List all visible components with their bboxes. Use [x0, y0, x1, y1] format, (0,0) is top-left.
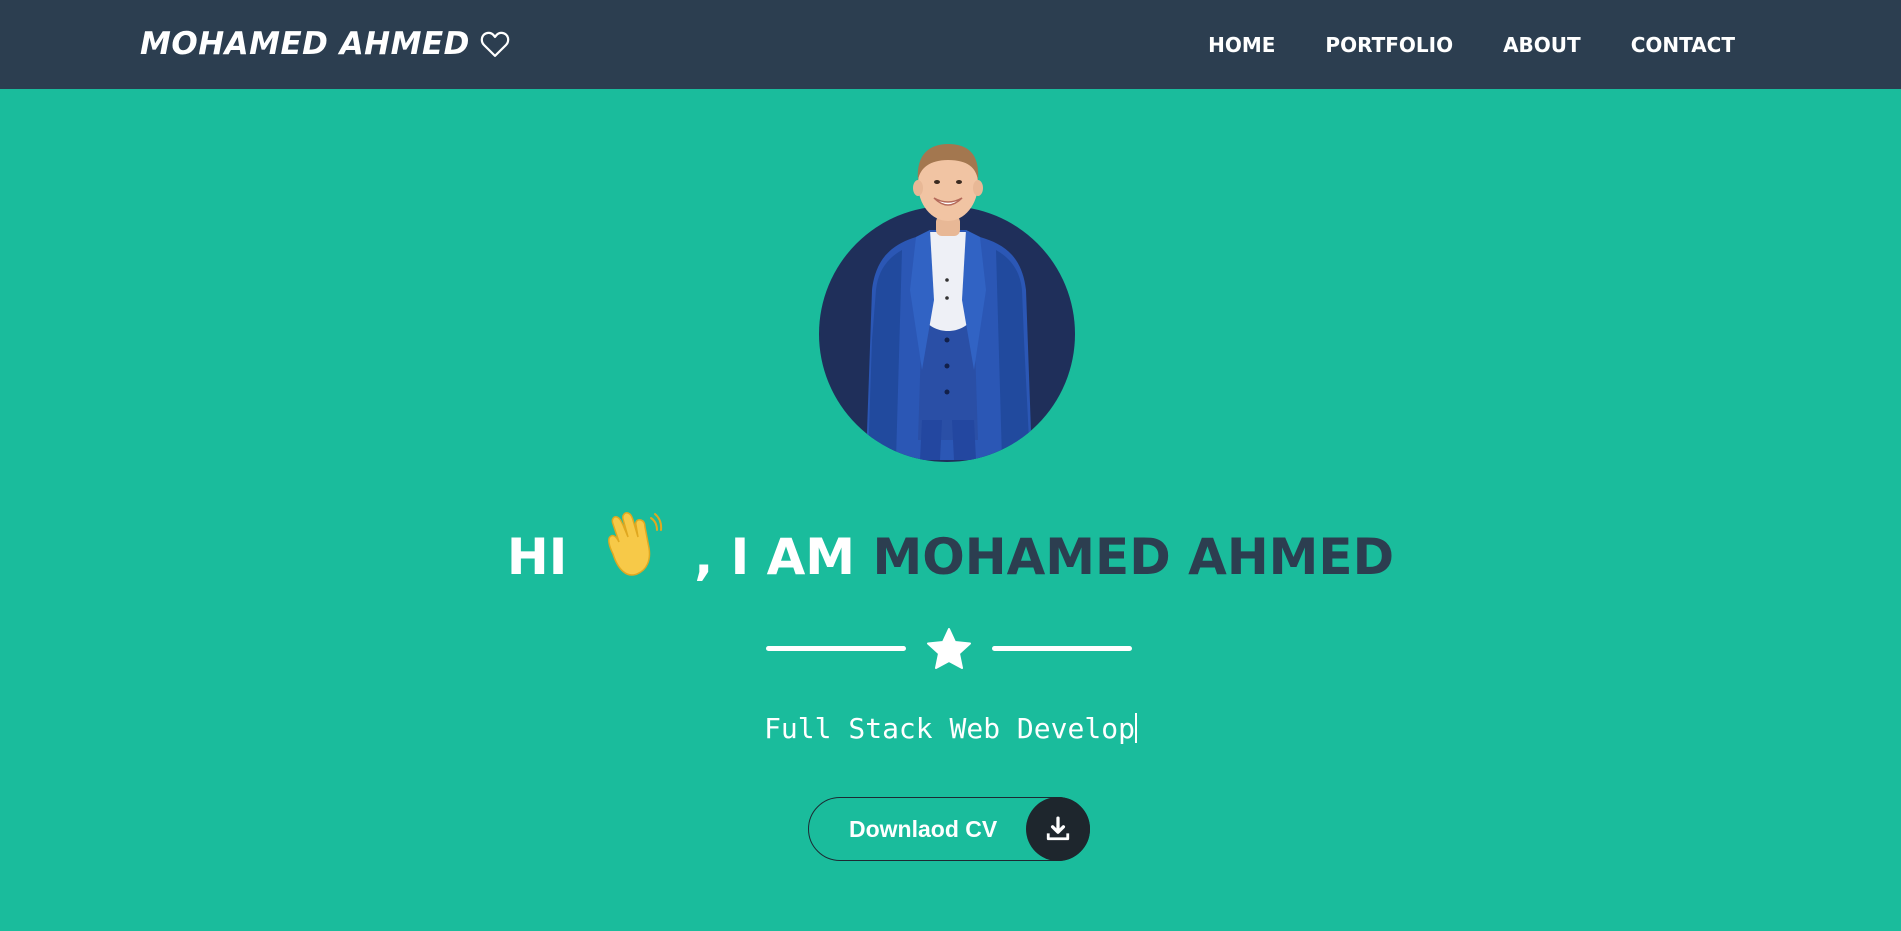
brand-logo[interactable]: MOHAMED AHMED — [140, 20, 510, 68]
hero-heading: HI , I AM MOHAMED AHMED — [0, 510, 1901, 592]
person-photo — [866, 144, 1032, 460]
divider-line-left — [766, 646, 906, 651]
hero-intro: , I AM — [694, 528, 856, 586]
nav-contact[interactable]: CONTACT — [1631, 33, 1735, 57]
nav-about[interactable]: ABOUT — [1503, 33, 1581, 57]
typing-cursor — [1134, 713, 1137, 743]
navbar: MOHAMED AHMED HOME PORTFOLIO ABOUT CONTA… — [0, 0, 1901, 89]
brand-name: MOHAMED AHMED — [140, 26, 470, 62]
star-divider — [766, 628, 1132, 670]
hero-name: MOHAMED AHMED — [872, 528, 1395, 586]
heart-outline-icon — [480, 30, 510, 58]
typed-subtitle-text: Full Stack Web Develop — [764, 712, 1135, 745]
hero-greeting: HI — [506, 528, 568, 586]
star-icon — [927, 628, 971, 669]
nav-portfolio[interactable]: PORTFOLIO — [1325, 33, 1453, 57]
main-nav: HOME PORTFOLIO ABOUT CONTACT — [1208, 0, 1735, 89]
divider-line-right — [992, 646, 1132, 651]
download-icon — [1026, 797, 1090, 861]
hero-subtitle: Full Stack Web Develop — [0, 712, 1901, 745]
download-cv-label: Downlaod CV — [849, 816, 998, 842]
profile-avatar — [818, 140, 1078, 462]
nav-home[interactable]: HOME — [1208, 33, 1275, 57]
waving-hand-icon — [599, 510, 663, 592]
download-cv-button[interactable]: Downlaod CV — [808, 797, 1090, 861]
